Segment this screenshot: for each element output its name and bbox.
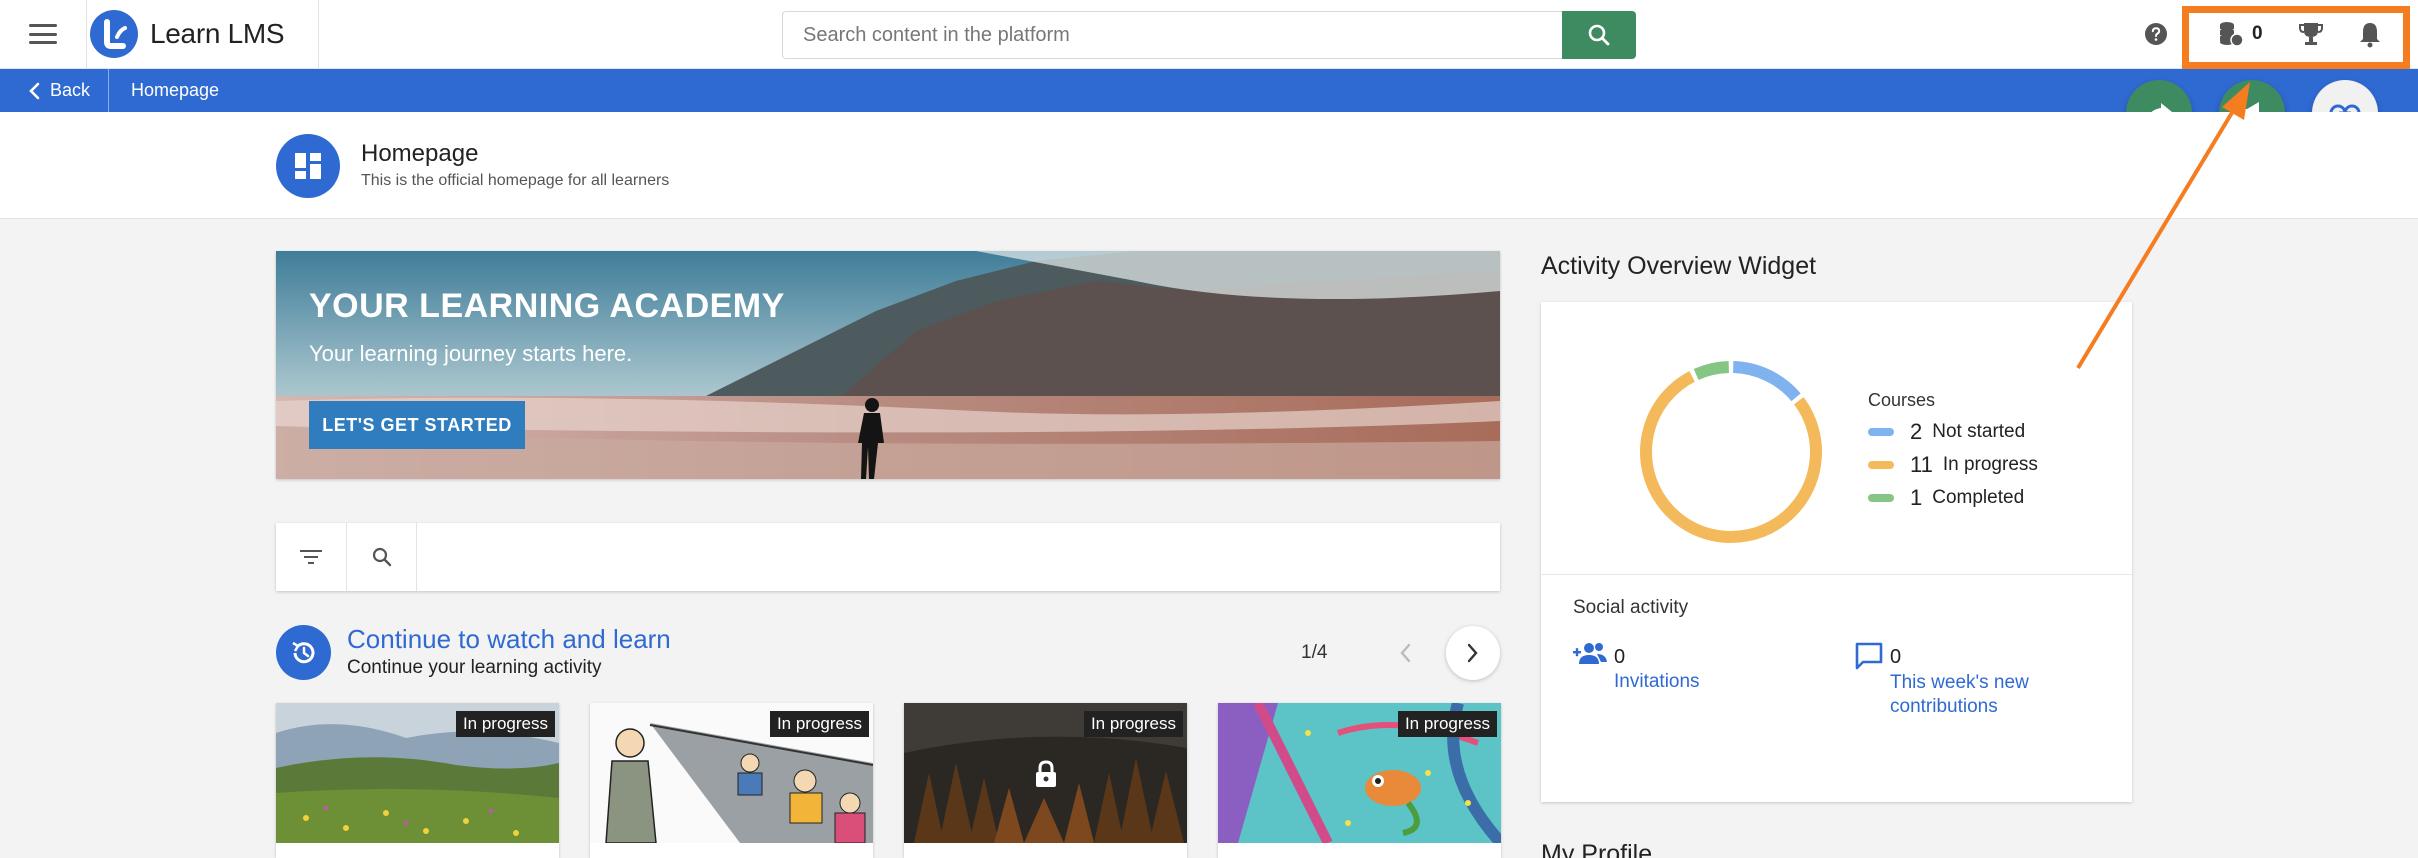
legend-label: Not started — [1932, 421, 2026, 442]
chevron-left-icon — [1400, 643, 1411, 663]
legend-item: 2 Not started — [1868, 419, 2025, 445]
legend-item: 1 Completed — [1868, 485, 2024, 511]
legend-label: In progress — [1942, 454, 2038, 475]
highlight-box — [2182, 6, 2410, 69]
chevron-left-icon — [29, 82, 40, 99]
legend-count: 2 — [1910, 419, 1923, 444]
back-button[interactable]: Back — [28, 69, 90, 112]
carousel-next-button[interactable] — [1446, 626, 1500, 680]
page-subtitle: This is the official homepage for all le… — [361, 172, 670, 189]
donut-slice — [1640, 371, 1822, 543]
brand-name[interactable]: Learn LMS — [150, 18, 285, 50]
legend-swatch — [1868, 428, 1894, 436]
menu-icon[interactable] — [26, 20, 60, 48]
filter-button[interactable] — [276, 523, 347, 591]
logo-icon[interactable] — [90, 10, 138, 58]
page-title: Homepage — [361, 140, 479, 167]
legend-label: Completed — [1932, 487, 2025, 508]
course-card[interactable]: In progress — [590, 703, 873, 858]
divider — [1541, 574, 2132, 575]
status-badge: In progress — [455, 711, 555, 737]
donut-slice — [1732, 361, 1801, 402]
chevron-right-icon — [1467, 643, 1478, 663]
status-badge: In progress — [1397, 711, 1497, 737]
filter-icon — [300, 550, 322, 564]
hero-banner: YOUR LEARNING ACADEMY Your learning jour… — [276, 251, 1500, 479]
courses-label: Courses — [1868, 390, 1936, 410]
course-card[interactable]: In progress — [1218, 703, 1501, 858]
contributions-link[interactable]: This week's new contributions — [1890, 671, 2110, 719]
legend-swatch — [1868, 461, 1894, 469]
search-input[interactable] — [782, 11, 1562, 59]
course-card[interactable]: In progress — [904, 703, 1187, 858]
course-card[interactable]: In progress — [276, 703, 559, 858]
help-icon[interactable] — [2144, 22, 2168, 46]
hero-subtitle: Your learning journey starts here. — [309, 341, 633, 366]
logo-divider — [86, 0, 87, 69]
activity-widget-title: Activity Overview Widget — [1541, 252, 1817, 280]
search-icon — [372, 547, 391, 567]
comment-icon — [1855, 642, 1883, 670]
top-bar: Learn LMS 0 — [0, 0, 2418, 69]
carousel-pager: 1/4 — [1301, 642, 1328, 663]
people-icon — [1573, 643, 1607, 664]
search-button[interactable] — [1562, 11, 1636, 59]
status-badge: In progress — [1083, 711, 1183, 737]
legend-count: 11 — [1910, 452, 1933, 477]
invitations-link[interactable]: Invitations — [1614, 671, 1700, 693]
dashboard-icon — [276, 134, 340, 198]
filter-search-input[interactable] — [418, 523, 1498, 591]
activity-widget: Courses 2 Not started 11 In progress 1 C… — [1541, 302, 2132, 802]
contributions-count: 0 — [1890, 646, 1902, 668]
continue-title[interactable]: Continue to watch and learn — [347, 624, 671, 655]
continue-subtitle: Continue your learning activity — [347, 657, 602, 678]
filter-bar — [276, 523, 1500, 591]
filter-search-button[interactable] — [347, 523, 417, 591]
lock-icon — [1036, 760, 1056, 787]
legend-count: 1 — [1910, 485, 1923, 510]
history-icon — [276, 625, 331, 680]
status-badge: In progress — [769, 711, 869, 737]
my-profile-title: My Profile — [1541, 840, 1653, 858]
page-header: Homepage This is the official homepage f… — [0, 112, 2418, 219]
legend-item: 11 In progress — [1868, 452, 2038, 478]
breadcrumb-bar: Back Homepage — [0, 69, 2418, 112]
donut-slice — [1693, 361, 1730, 381]
courses-donut-chart — [1640, 361, 1822, 543]
legend-swatch — [1868, 494, 1894, 502]
back-label: Back — [50, 80, 91, 100]
brand-divider — [318, 0, 319, 69]
invitations-count: 0 — [1614, 646, 1626, 668]
breadcrumb-current: Homepage — [131, 80, 220, 100]
carousel-prev-button[interactable] — [1378, 626, 1432, 680]
social-activity-label: Social activity — [1573, 597, 1689, 618]
hero-title: YOUR LEARNING ACADEMY — [309, 287, 785, 325]
get-started-button[interactable]: LET'S GET STARTED — [309, 401, 525, 449]
breadcrumb-divider — [108, 69, 109, 112]
search-icon — [1588, 24, 1610, 46]
